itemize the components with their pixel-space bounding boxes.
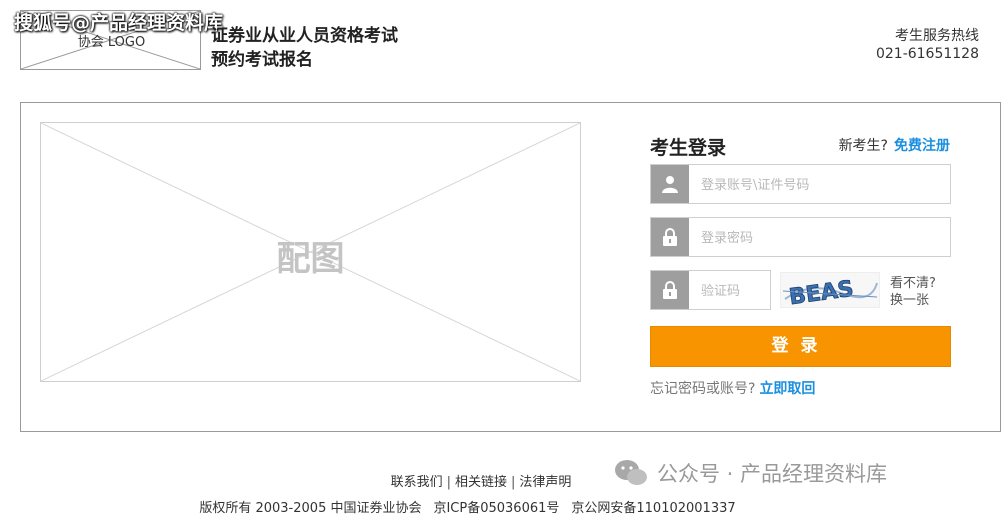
- account-input[interactable]: [699, 174, 943, 196]
- recover-link[interactable]: 立即取回: [759, 381, 815, 397]
- new-user-text: 新考生?: [838, 138, 888, 154]
- icp-number: 京ICP备05036061号: [433, 501, 560, 516]
- captcha-input[interactable]: [699, 280, 773, 302]
- footer-links: 联系我们 | 相关链接 | 法律声明: [0, 471, 962, 490]
- footer-link-related[interactable]: 相关链接: [455, 475, 507, 490]
- refresh-line2[interactable]: 换一张: [890, 292, 936, 309]
- banner-label: 配图: [276, 239, 345, 279]
- copyright-line: 版权所有 2003-2005 中国证券业协会 京ICP备05036061号 京公网安…: [0, 497, 935, 516]
- login-button[interactable]: 登录: [650, 326, 951, 367]
- captcha-field[interactable]: [650, 270, 773, 310]
- login-title: 考生登录: [650, 137, 727, 159]
- footer-separator: |: [511, 475, 516, 490]
- captcha-image[interactable]: BEAS: [780, 272, 880, 308]
- police-record: 京公网安备110102001337: [571, 501, 736, 516]
- forgot-prompt: 忘记密码或账号? 立即取回: [650, 378, 815, 398]
- footer-link-contact[interactable]: 联系我们: [391, 475, 443, 490]
- user-icon: [651, 165, 689, 203]
- new-user-prompt: 新考生? 免费注册: [839, 135, 950, 155]
- password-input[interactable]: [699, 227, 943, 249]
- hotline-label: 考生服务热线: [895, 28, 979, 44]
- refresh-captcha-link[interactable]: 看不清? 换一张: [890, 275, 936, 309]
- register-link[interactable]: 免费注册: [894, 138, 950, 154]
- forgot-text: 忘记密码或账号?: [650, 381, 756, 397]
- footer-separator: |: [446, 475, 451, 490]
- lock-icon: [651, 271, 689, 309]
- footer-link-legal[interactable]: 法律声明: [519, 475, 571, 490]
- page-title: 证券业从业人员资格考试: [211, 26, 398, 46]
- banner-image-placeholder: 配图: [40, 122, 581, 382]
- page-subtitle: 预约考试报名: [211, 50, 313, 70]
- refresh-line1[interactable]: 看不清?: [890, 275, 936, 292]
- copyright-text: 版权所有 2003-2005 中国证券业协会: [199, 501, 422, 516]
- watermark-top: 搜狐号@产品经理资料库: [14, 12, 224, 34]
- password-field[interactable]: [650, 217, 951, 257]
- account-field[interactable]: [650, 164, 951, 204]
- lock-icon: [651, 218, 689, 256]
- hotline-number: 021-61651128: [875, 46, 979, 62]
